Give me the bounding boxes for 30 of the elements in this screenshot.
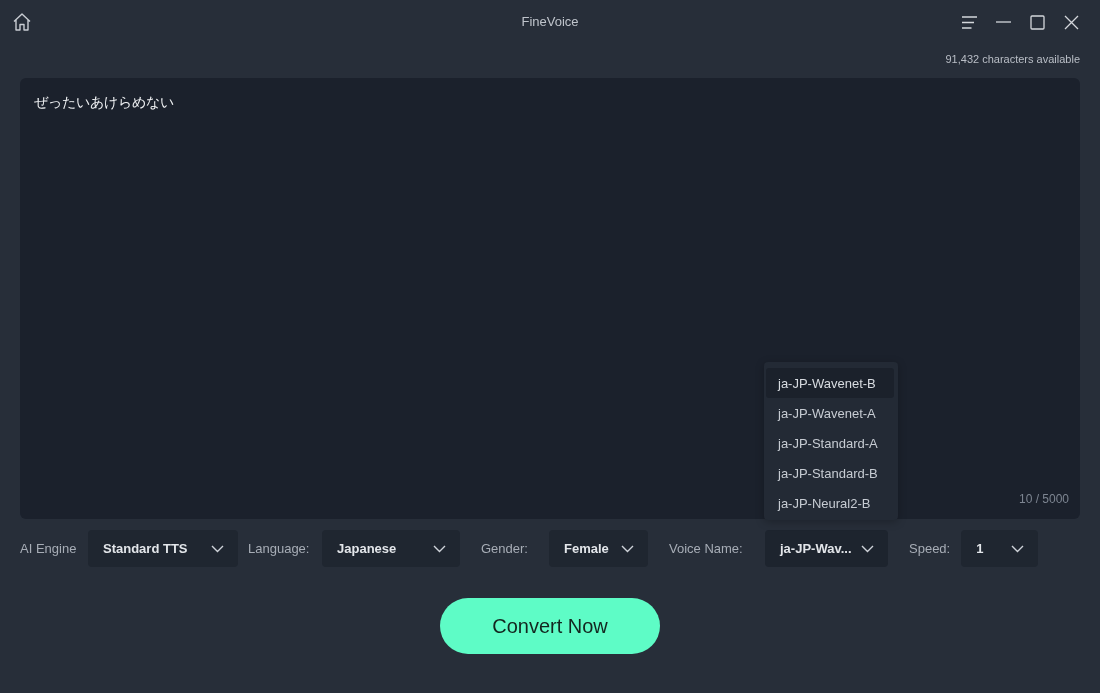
chevron-down-icon	[211, 544, 224, 553]
chevron-down-icon	[621, 544, 634, 553]
chevron-down-icon	[861, 544, 874, 553]
minimize-icon	[995, 21, 1011, 23]
maximize-icon	[1029, 14, 1045, 30]
dropdown-select[interactable]: Japanese	[322, 530, 460, 567]
dropdown-option[interactable]: ja-JP-Standard-B	[766, 458, 894, 488]
dropdown-select[interactable]: 1	[961, 530, 1039, 567]
home-icon[interactable]	[12, 12, 32, 32]
window-title: FineVoice	[521, 14, 579, 29]
close-icon	[1063, 14, 1079, 30]
dropdown-select[interactable]: ja-JP-Wav...	[765, 530, 888, 567]
field-label: Language:	[248, 541, 311, 556]
chevron-down-icon	[1011, 544, 1025, 553]
convert-now-button[interactable]: Convert Now	[440, 598, 660, 654]
character-counter: 10 / 5000	[1018, 492, 1069, 506]
dropdown-select[interactable]: Female	[549, 530, 648, 567]
field-label: AI Engine	[20, 541, 78, 556]
dropdown-option[interactable]: ja-JP-Standard-A	[766, 428, 894, 458]
dropdown-option[interactable]: ja-JP-Wavenet-B	[766, 368, 894, 398]
field-label: Voice Name:	[669, 541, 744, 556]
characters-available-text: 91,432 characters available	[945, 53, 1080, 67]
field-label: Speed:	[909, 541, 951, 556]
dropdown-option[interactable]: ja-JP-Wavenet-A	[766, 398, 894, 428]
field-label: Gender:	[481, 541, 528, 556]
dropdown-select[interactable]: Standard TTS	[88, 530, 238, 567]
menu-icon	[961, 14, 977, 30]
input-text: ぜったいあけらめない	[34, 94, 174, 110]
chevron-down-icon	[433, 544, 446, 553]
dropdown-option[interactable]: ja-JP-Neural2-B	[766, 488, 894, 518]
